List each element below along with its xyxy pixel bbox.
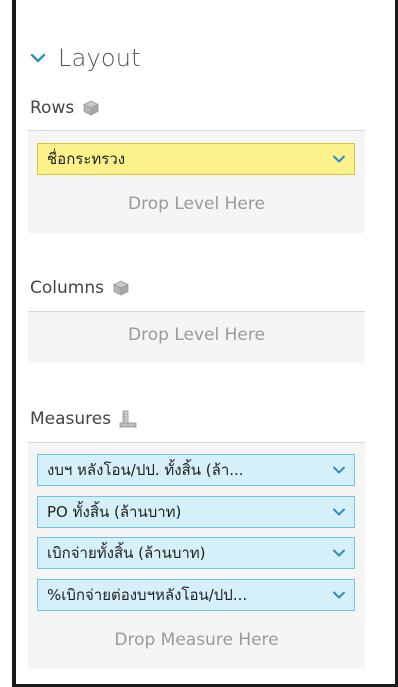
measures-label-text: Measures: [30, 409, 112, 429]
measure-item[interactable]: PO ทั้งสิ้น (ล้านบาท): [37, 496, 355, 528]
measure-item-label: %เบิกจ่ายต่องบฯหลังโอน/ปป...: [47, 586, 248, 604]
cube-icon: [83, 100, 100, 116]
chevron-down-icon[interactable]: [332, 588, 346, 602]
measure-item[interactable]: เบิกจ่ายทั้งสิ้น (ล้านบาท): [37, 537, 355, 569]
columns-drop-zone[interactable]: Drop Level Here: [28, 311, 365, 363]
measures-label: Measures: [30, 409, 137, 429]
measure-item[interactable]: งบฯ หลังโอน/ปป. ทั้งสิ้น (ล้า...: [37, 454, 355, 486]
chevron-down-icon[interactable]: [332, 463, 346, 477]
rows-drop-text: Drop Level Here: [128, 194, 265, 214]
measure-item[interactable]: %เบิกจ่ายต่องบฯหลังโอน/ปป...: [37, 579, 355, 611]
row-level-label: ชื่อกระทรวง: [47, 150, 126, 168]
layout-title: Layout: [58, 44, 141, 72]
cube-icon: [113, 280, 129, 296]
chevron-down-icon[interactable]: [332, 505, 346, 519]
columns-label-text: Columns: [30, 278, 104, 298]
measure-item-label: PO ทั้งสิ้น (ล้านบาท): [47, 503, 182, 521]
ruler-icon: [119, 410, 137, 428]
chevron-down-icon[interactable]: [332, 152, 346, 166]
rows-label: Rows: [30, 98, 100, 118]
measure-item-label: งบฯ หลังโอน/ปป. ทั้งสิ้น (ล้า...: [47, 461, 244, 479]
rows-label-text: Rows: [30, 98, 75, 118]
chevron-down-icon: [30, 53, 46, 63]
columns-drop-text: Drop Level Here: [128, 325, 265, 345]
chevron-down-icon[interactable]: [332, 546, 346, 560]
layout-section-toggle[interactable]: Layout: [30, 44, 141, 72]
columns-label: Columns: [30, 278, 130, 298]
row-level-item[interactable]: ชื่อกระทรวง: [37, 143, 355, 175]
measure-item-label: เบิกจ่ายทั้งสิ้น (ล้านบาท): [47, 544, 206, 562]
measures-drop-text: Drop Measure Here: [114, 630, 279, 650]
